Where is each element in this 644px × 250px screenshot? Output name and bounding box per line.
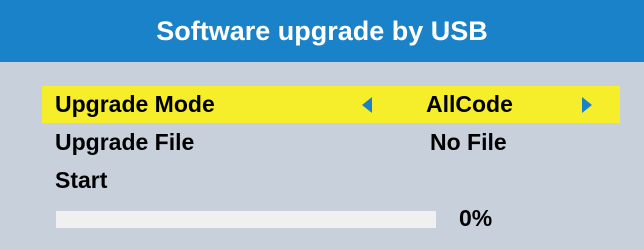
progress-bar [56,211,436,228]
start-row[interactable]: Start [42,162,620,199]
upgrade-file-value: No File [430,129,507,155]
upgrade-mode-row[interactable]: Upgrade Mode AllCode [42,86,620,123]
triangle-right-icon[interactable] [582,96,592,113]
upgrade-mode-value: AllCode [426,91,513,117]
start-label: Start [55,167,108,193]
upgrade-file-row[interactable]: Upgrade File No File [42,124,620,161]
usb-upgrade-dialog: Software upgrade by USB Upgrade Mode All… [0,0,644,250]
dialog-title: Software upgrade by USB [0,0,644,62]
triangle-left-icon[interactable] [362,96,372,113]
progress-percent: 0% [459,205,493,231]
upgrade-mode-label: Upgrade Mode [55,91,215,117]
upgrade-file-label: Upgrade File [55,129,195,155]
